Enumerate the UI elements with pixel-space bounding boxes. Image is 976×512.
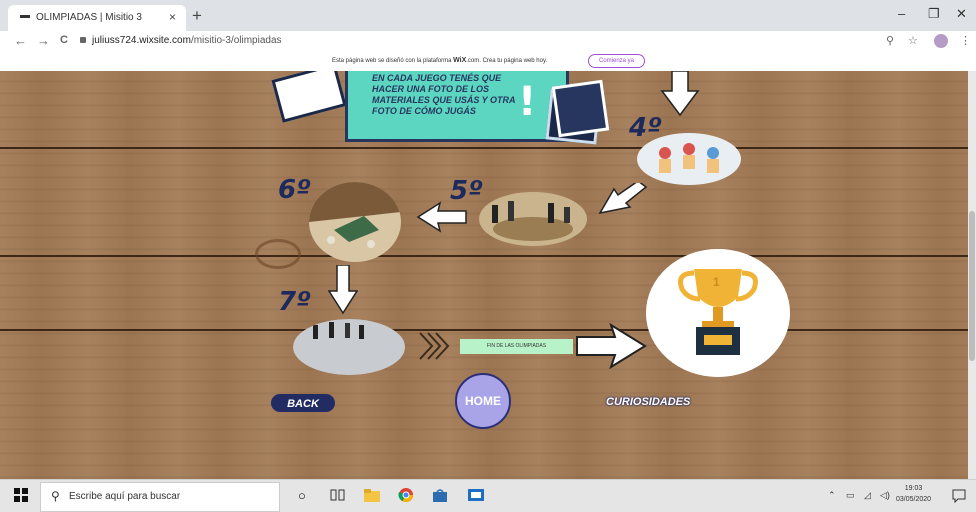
- browser-tab[interactable]: OLIMPIADAS | Misitio 3 ×: [8, 5, 186, 31]
- profile-avatar[interactable]: [934, 34, 948, 48]
- windows-start-icon[interactable]: [14, 488, 28, 502]
- arrow-left-icon: [416, 201, 467, 233]
- step-5-photo[interactable]: [478, 191, 588, 247]
- cortana-icon[interactable]: ○: [298, 488, 314, 503]
- url-domain: juliuss724.wixsite.com: [92, 35, 191, 46]
- tab-title: OLIMPIADAS | Misitio 3: [36, 12, 142, 23]
- forward-arrow-icon[interactable]: →: [37, 33, 50, 48]
- network-icon[interactable]: ◿: [864, 490, 871, 501]
- wix-banner-text: Esta página web se diseñó con la platafo…: [332, 57, 547, 64]
- page-scrollbar[interactable]: [968, 71, 976, 479]
- wix-text-before: Esta página web se diseñó con la platafo…: [332, 58, 454, 64]
- step-4-photo[interactable]: [637, 133, 741, 185]
- favicon-icon: [20, 15, 30, 18]
- bookmark-star-icon[interactable]: ☆: [908, 34, 918, 47]
- scrollbar-thumb[interactable]: [969, 211, 975, 361]
- polaroid-decoration: [271, 71, 347, 123]
- zoom-icon[interactable]: ⚲: [886, 34, 894, 47]
- trophy-button[interactable]: 1: [646, 249, 790, 377]
- tab-close-icon[interactable]: ×: [169, 10, 176, 24]
- step-6-photo[interactable]: [309, 182, 401, 262]
- wood-page: EN CADA JUEGO TENÉS QUE HACER UNA FOTO D…: [0, 71, 976, 479]
- exclamation-mark: !: [518, 79, 537, 125]
- step-number-7: 7º: [278, 287, 311, 317]
- file-explorer-icon[interactable]: [364, 488, 380, 502]
- back-button[interactable]: BACK: [271, 394, 335, 412]
- step-4-image: [639, 135, 739, 183]
- step-7-photo[interactable]: [293, 319, 406, 375]
- arrow-down-icon: [328, 265, 358, 315]
- curiosities-link[interactable]: CURIOSIDADES: [606, 396, 690, 408]
- arrow-left-icon: [598, 183, 648, 215]
- windows-taskbar: ⚲ Escribe aquí para buscar ○ ⌃ ▭ ◿ ◁) 19…: [0, 479, 976, 512]
- step-6-image: [309, 182, 401, 262]
- trophy-number: 1: [713, 275, 720, 289]
- volume-icon[interactable]: ◁): [880, 490, 890, 501]
- address-bar: ← → C juliuss724.wixsite.com/misitio-3/o…: [0, 31, 976, 51]
- clock-date: 03/05/2020: [896, 496, 932, 503]
- lock-icon: [80, 37, 86, 43]
- wood-knot: [255, 239, 301, 269]
- step-number-6: 6º: [278, 175, 311, 205]
- plank-divider: [0, 255, 976, 257]
- plank-divider: [0, 329, 976, 331]
- back-label: BACK: [287, 398, 319, 410]
- finish-olympics-button[interactable]: FIN DE LAS OLIMPIADAS: [460, 339, 573, 354]
- new-tab-button[interactable]: +: [192, 6, 202, 26]
- wix-text-after: .com. Crea tu página web hoy.: [466, 58, 548, 64]
- search-placeholder: Escribe aquí para buscar: [69, 491, 181, 502]
- window-close-button[interactable]: ✕: [956, 6, 967, 22]
- chrome-icon[interactable]: [398, 488, 414, 502]
- tray-chevron-icon[interactable]: ⌃: [828, 490, 836, 501]
- trophy-icon: [646, 249, 790, 377]
- instruction-text: EN CADA JUEGO TENÉS QUE HACER UNA FOTO D…: [372, 73, 516, 116]
- store-icon[interactable]: [432, 488, 448, 502]
- search-icon: ⚲: [51, 489, 60, 503]
- url-path: /misitio-3/olimpiadas: [190, 35, 282, 46]
- reload-icon[interactable]: C: [60, 34, 68, 46]
- maximize-button[interactable]: ❐: [928, 6, 940, 22]
- browser-menu-icon[interactable]: ⋮: [960, 34, 971, 47]
- home-button[interactable]: HOME: [455, 373, 511, 429]
- url-field[interactable]: juliuss724.wixsite.com/misitio-3/olimpia…: [92, 35, 282, 46]
- mail-app-icon[interactable]: [468, 488, 484, 502]
- notifications-icon[interactable]: [952, 489, 968, 503]
- step-5-image: [479, 192, 587, 246]
- back-arrow-icon[interactable]: ←: [14, 33, 27, 48]
- minimize-button[interactable]: –: [898, 6, 905, 21]
- wix-brand: WiX: [453, 57, 467, 64]
- arrow-down-icon: [660, 71, 700, 117]
- task-view-icon[interactable]: [330, 488, 346, 502]
- browser-tab-bar: OLIMPIADAS | Misitio 3 × + – ❐ ✕: [0, 0, 976, 31]
- wix-banner: Esta página web se diseñó con la platafo…: [0, 51, 976, 72]
- photo-frame-icon: [551, 79, 610, 138]
- taskbar-search-box[interactable]: ⚲ Escribe aquí para buscar: [40, 482, 280, 512]
- arrow-right-icon: [576, 323, 647, 369]
- clock-time: 19:03: [904, 485, 923, 492]
- plank-divider: [0, 147, 976, 149]
- chevrons-right-icon: [419, 332, 450, 360]
- wix-start-button[interactable]: Comienza ya: [588, 54, 645, 68]
- taskbar-clock[interactable]: 19:03 03/05/2020: [896, 483, 931, 505]
- step-7-image: [293, 319, 405, 375]
- battery-icon[interactable]: ▭: [846, 490, 855, 501]
